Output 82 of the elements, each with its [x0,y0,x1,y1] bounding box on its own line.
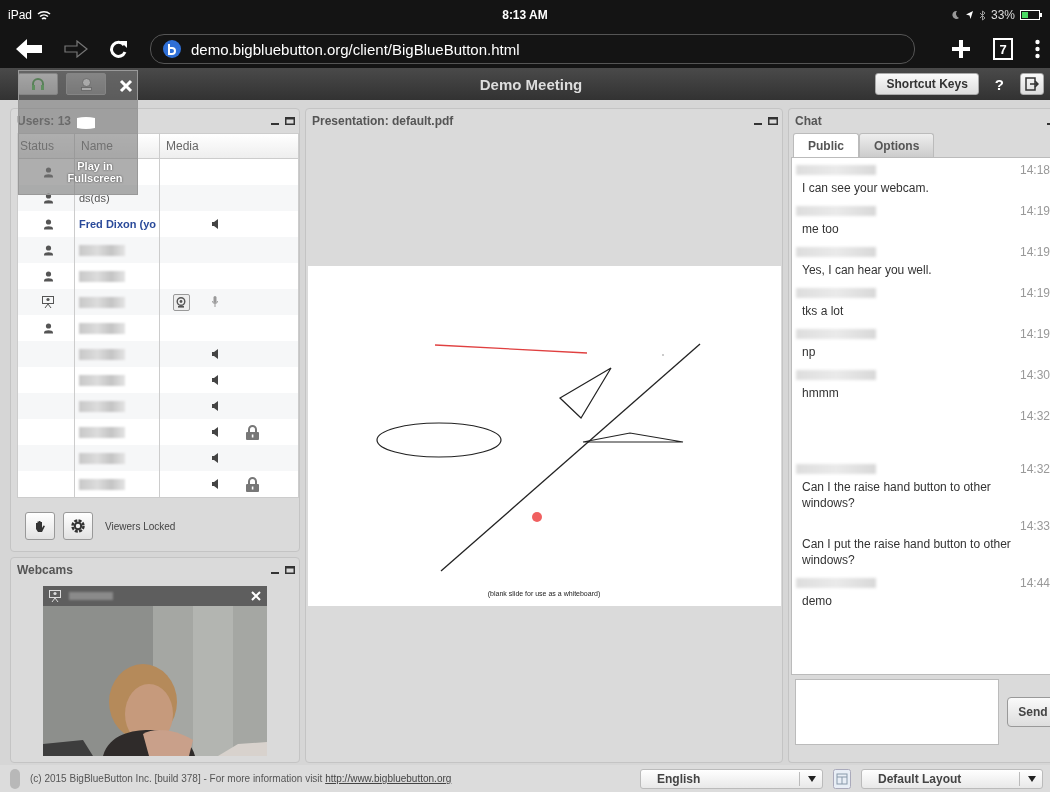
message-text: Yes, I can hear you well. [801,262,933,278]
send-button[interactable]: Send [1007,697,1050,727]
hand-icon [34,519,46,533]
forward-arrow-icon[interactable] [64,40,88,58]
message-time: 14:18 [1019,163,1050,177]
meeting-title: Demo Meeting [479,75,583,93]
message-time: 14:19 [1019,286,1050,300]
presenter-icon [42,296,54,308]
device-name: iPad [8,8,33,22]
website-link[interactable]: http://www.bigbluebutton.org [325,773,452,784]
panel-title: Webcams [17,563,73,577]
scroll-handle[interactable] [10,768,20,789]
user-name: ds(ds) [79,192,110,204]
message-text: demo [801,593,834,609]
close-icon[interactable] [119,79,133,93]
user-name: Fred Dixon (yo [79,218,156,230]
logout-button[interactable] [1020,73,1044,95]
close-icon[interactable] [251,591,261,601]
user-icon [43,192,54,204]
panel-title: Chat [795,114,822,128]
back-arrow-icon[interactable] [16,39,42,59]
more-menu-icon[interactable] [1035,39,1040,59]
user-icon [43,166,54,178]
message-text: Can I the raise hand button to other windows? [801,479,992,511]
copyright-text: (c) 2015 BigBlueButton Inc. [build 378] - For more information visit http://www.bigbluebutton.org [30,773,453,784]
panel-title: Presentation: default.pdf [312,114,454,128]
gear-icon [70,518,86,534]
user-icon [43,244,54,256]
message-time: 14:19 [1019,245,1050,259]
presenter-icon [49,590,61,602]
user-icon [43,218,54,230]
message-text: I can see your webcam. [801,180,930,196]
shortcut-keys-button[interactable]: Shortcut Keys [875,73,979,95]
site-logo-icon [163,40,181,58]
battery-percent: 33% [990,8,1015,22]
message-time: 14:19 [1019,204,1050,218]
help-button[interactable]: ? [988,75,1010,93]
maximize-icon[interactable] [768,117,778,125]
message-time: 14:30 [1019,368,1050,382]
reload-icon[interactable] [110,39,128,59]
address-bar[interactable]: demo.bigbluebutton.org/client/BigBlueButton.html [150,34,915,64]
user-icon [43,322,54,334]
maximize-icon[interactable] [285,566,295,574]
fullscreen-icon [77,117,95,129]
location-icon [964,10,974,20]
headset-icon [30,76,46,92]
message-input[interactable] [795,679,999,745]
bluetooth-icon [978,9,986,21]
maximize-icon[interactable] [285,117,295,125]
wifi-icon [37,9,52,21]
webcam-icon [80,77,92,91]
layout-dropdown[interactable]: Default Layout [861,768,1043,789]
message-time: 14:44 [1019,576,1050,590]
chat-tab[interactable]: Options [859,133,935,157]
message-time: 14:33 [1019,519,1050,533]
moon-icon [950,10,960,20]
tabs-button[interactable]: 7 [993,38,1013,60]
settings-button[interactable] [63,512,93,540]
message-text: hmmm [801,385,840,401]
clock: 8:13 AM [502,8,548,22]
message-time: 14:19 [1019,327,1050,341]
message-text: tks a lot [801,303,845,319]
message-text: np [801,344,817,360]
overlay-label: Play in Fullscreen [66,160,124,184]
plus-icon[interactable] [951,39,971,59]
message-text: me too [801,221,840,237]
raise-hand-button[interactable] [25,512,55,540]
caret-icon [1028,775,1036,782]
logout-icon [1025,77,1039,91]
user-icon [43,270,54,282]
webcam-toggle[interactable] [172,293,190,311]
column-header[interactable]: Media [159,134,298,158]
caret-icon [808,775,816,782]
chat-tab[interactable]: Public [793,133,859,157]
lock-status: Viewers Locked [105,520,176,532]
message-time: 14:32 [1019,409,1050,423]
message-time: 14:32 [1019,462,1050,476]
message-text: Can I put the raise hand button to other windows? [801,536,1012,568]
webcam-icon [176,296,186,308]
battery-icon [1020,10,1042,20]
redacted-name [69,592,113,600]
language-dropdown[interactable]: English [640,768,823,789]
